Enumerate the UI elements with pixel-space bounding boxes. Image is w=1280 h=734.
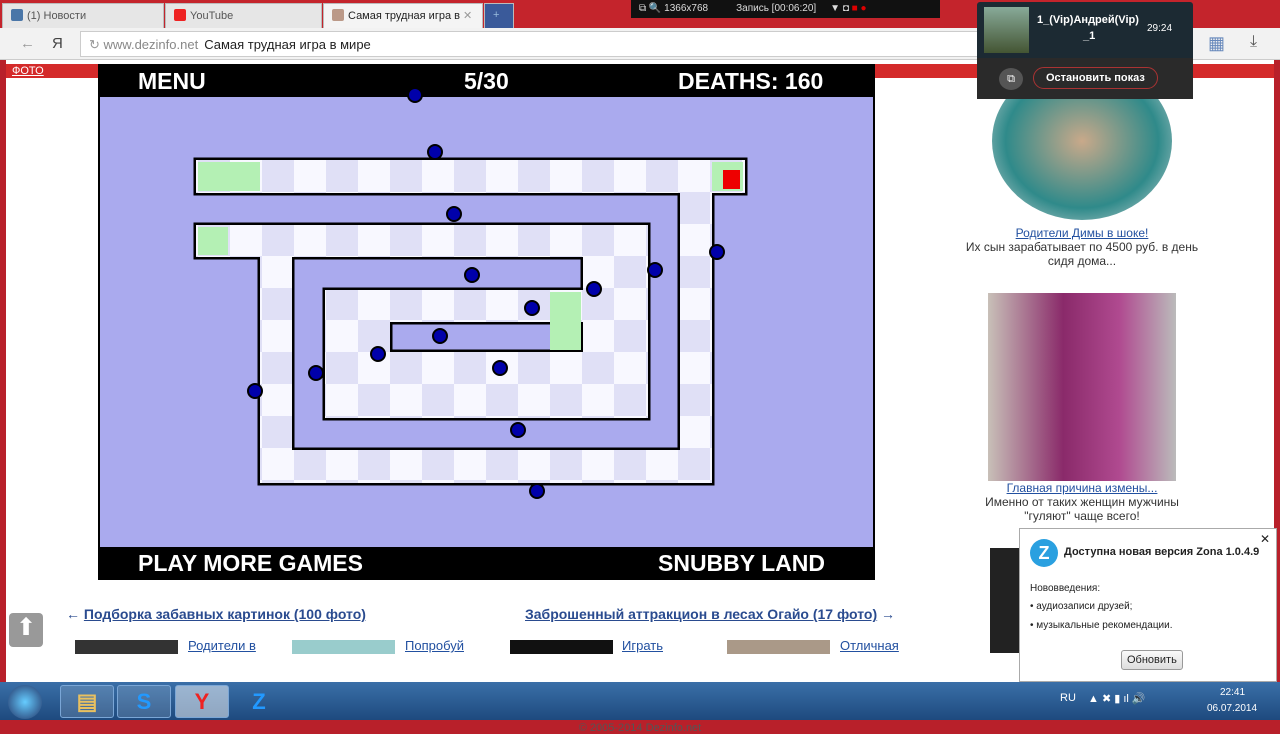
safe-zone [198,227,228,255]
enemy-dot [492,360,508,376]
footer: © 2005-2014 Dezinfo.net [578,722,702,734]
level-counter: 5/30 [464,68,509,94]
maze-corridor [196,225,648,257]
player [723,170,740,189]
explorer-button[interactable]: ▤ [60,685,114,718]
enemy-dot [308,365,324,381]
url-input[interactable]: ↻ www.dezinfo.net Самая трудная игра в ми… [80,31,980,57]
maze-corridor [583,257,615,385]
enemy-dot [370,346,386,362]
enemy-dot [446,206,462,222]
language-indicator[interactable]: RU [1060,692,1076,704]
maze-corridor [260,450,712,483]
thumb-link[interactable]: Родители в [188,638,256,654]
thumb-link[interactable]: Отличная [840,638,899,654]
taskbar: ▤ S Y Z RU ▲ ✖ ▮ ıl 🔊 22:41 06.07.2014 [0,682,1280,720]
ad-banner[interactable] [990,548,1020,653]
maze-corridor [325,290,583,322]
site-icon [332,9,344,21]
grid-icon[interactable]: ▦ [1208,33,1225,54]
yandex-browser-button[interactable]: Y [175,685,229,718]
enemy-dot [432,328,448,344]
maze-corridor [325,385,648,418]
thumb-image[interactable] [510,640,613,654]
maze-corridor [680,160,712,483]
brand-link[interactable]: SNUBBY LAND [658,550,825,576]
menu-button[interactable]: MENU [138,68,206,94]
thumb-link[interactable]: Играть [622,638,663,654]
thumb-image[interactable] [75,640,178,654]
enemy-dot [247,383,263,399]
skype-button[interactable]: S [117,685,171,718]
enemy-dot [586,281,602,297]
nav-foto[interactable]: ФОТО [12,65,44,77]
zona-button[interactable]: Z [232,685,286,718]
screen-share-icon: ⧉ [999,68,1023,90]
game-thumbnail [984,7,1029,53]
enemy-dot [709,244,725,260]
yandex-button[interactable]: Я [52,35,63,52]
maze-corridor [196,160,745,193]
enemy-dot [524,300,540,316]
tab-game[interactable]: Самая трудная игра в ✕ [323,3,483,28]
thumb-link[interactable]: Попробуй [405,638,464,654]
reload-icon[interactable]: ↻ [89,37,104,52]
maze-corridor [357,352,615,385]
recorder-bar: ⧉ 🔍 1366x768 Запись [00:06:20] ▼ ◘ ■ ● [631,0,940,18]
zona-logo-icon: Z [1030,539,1058,567]
download-icon[interactable]: ⤓ [1250,33,1257,51]
new-tab-button[interactable]: + [484,3,514,28]
record-controls[interactable]: ▼ ◘ ■ ● [830,3,866,14]
game-canvas[interactable]: MENU 5/30 DEATHS: 160 PLAY MORE GAMES SN… [98,64,875,580]
enemy-dot [529,483,545,499]
thumb-image[interactable] [292,640,395,654]
youtube-icon [174,9,186,21]
back-icon[interactable]: ← [20,35,35,52]
stop-sharing-button[interactable]: Остановить показ [1033,67,1158,89]
tab-youtube[interactable]: YouTube [165,3,322,28]
close-icon[interactable]: ✕ [1260,532,1270,546]
thumb-image[interactable] [727,640,830,654]
enemy-dot [407,87,423,103]
tray-icons[interactable]: ▲ ✖ ▮ ıl 🔊 [1088,692,1146,705]
start-zone [198,162,260,191]
ad-2[interactable]: Главная причина измены... Именно от таких… [962,293,1202,523]
maze-corridor [260,225,292,483]
stream-popup: 1_(Vip)Андрей(Vip) _1 29:24 ⧉ Остановить… [977,2,1193,99]
start-button[interactable] [8,685,42,719]
vk-icon [11,9,23,21]
prev-article-link[interactable]: ← Подборка забавных картинок (100 фото) [66,606,366,622]
safe-zone [550,292,581,350]
enemy-dot [647,262,663,278]
deaths-counter: DEATHS: 160 [678,68,823,94]
clock[interactable]: 22:41 [1220,687,1245,698]
date[interactable]: 06.07.2014 [1207,703,1257,714]
scroll-top-button[interactable]: ⬆ [9,613,43,647]
update-button[interactable]: Обновить [1121,650,1183,670]
enemy-dot [427,144,443,160]
next-article-link[interactable]: Заброшенный аттракцион в лесах Огайо (17… [525,606,895,622]
tab-vk[interactable]: (1) Новости [2,3,164,28]
enemy-dot [510,422,526,438]
zoom-icon[interactable]: ⧉ 🔍 [639,3,661,14]
zona-notification: ✕ Z Доступна новая версия Zona 1.0.4.9 Н… [1019,528,1277,682]
enemy-dot [464,267,480,283]
close-tab-icon[interactable]: ✕ [463,10,472,22]
play-more-games-link[interactable]: PLAY MORE GAMES [138,550,363,576]
ad-image [988,293,1176,481]
